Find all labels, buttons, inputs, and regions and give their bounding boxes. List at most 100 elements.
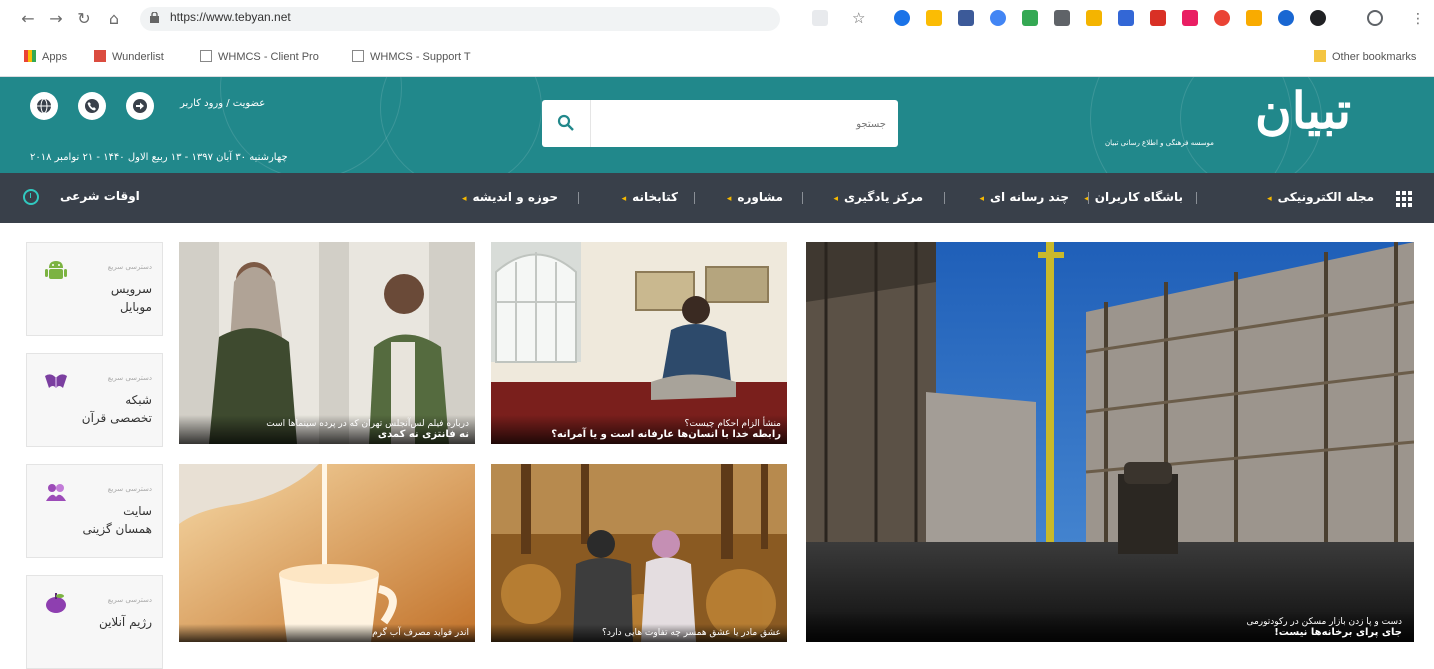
- address-bar[interactable]: https://www.tebyan.net: [140, 7, 780, 31]
- prayer-times-link[interactable]: اوقات شرعی: [60, 189, 140, 203]
- extension-icon[interactable]: [990, 10, 1006, 26]
- article-image: [179, 464, 475, 642]
- service-tag: دسترسی سریع: [107, 374, 152, 382]
- extension-icon[interactable]: [1118, 10, 1134, 26]
- other-bookmarks[interactable]: Other bookmarks: [1314, 50, 1416, 63]
- hero-image: [806, 242, 1414, 642]
- article-subtitle: اندر فواید مصرف آب گرم: [372, 628, 469, 638]
- caret-left-icon: ◂: [621, 194, 627, 204]
- extension-icon[interactable]: [1214, 10, 1230, 26]
- browser-toolbar: ← → ↻ ⌂ https://www.tebyan.net ☆ ⋮: [0, 0, 1434, 38]
- grid-menu-icon[interactable]: [1396, 191, 1412, 207]
- service-title: شبکه تخصصی قرآن: [81, 393, 152, 425]
- hero-caption: دست و پا زدن بازار مسکن در رکودتورمی جای…: [806, 611, 1414, 642]
- extension-icon[interactable]: [1086, 10, 1102, 26]
- bookmark-star-icon[interactable]: ☆: [852, 10, 868, 26]
- decorative-ornament: [380, 77, 542, 173]
- extension-icon[interactable]: [926, 10, 942, 26]
- article-image: [179, 242, 475, 444]
- bookmark-whmcs-client[interactable]: WHMCS - Client Pro: [200, 50, 319, 63]
- caret-left-icon: ◂: [1267, 194, 1272, 204]
- nav-item-learning[interactable]: مرکز یادگیری◂: [833, 190, 923, 204]
- article-card[interactable]: درباره فیلم لس‌آنجلس تهران که در پرده سی…: [179, 242, 475, 444]
- nav-divider: [802, 192, 803, 204]
- search-input[interactable]: [594, 108, 888, 140]
- nav-divider: [1196, 192, 1197, 204]
- clock-icon[interactable]: [23, 189, 39, 205]
- extension-icon[interactable]: [894, 10, 910, 26]
- lock-icon: [150, 12, 159, 23]
- date-text: چهارشنبه ۳۰ آبان ۱۳۹۷ - ۱۳ ربیع الاول ۱۴…: [30, 152, 288, 163]
- page-icon: [352, 50, 364, 62]
- menu-icon[interactable]: ⋮: [1408, 9, 1428, 29]
- article-title: نه فانتزی نه کمدی: [377, 429, 469, 440]
- service-title: سرویس موبایل: [110, 282, 152, 314]
- hero-article[interactable]: دست و پا زدن بازار مسکن در رکودتورمی جای…: [806, 242, 1414, 642]
- hero-title: جای پرای برخانه‌ها نیست!: [1274, 627, 1402, 638]
- service-tag: دسترسی سریع: [107, 596, 152, 604]
- page-icon: [200, 50, 212, 62]
- nav-item-counseling[interactable]: مشاوره◂: [727, 190, 783, 204]
- hero-subtitle: دست و پا زدن بازار مسکن در رکودتورمی: [1246, 617, 1402, 627]
- site-logo[interactable]: تبیان: [1255, 81, 1351, 141]
- nav-item-ezine[interactable]: مجله الکترونیکی◂: [1267, 190, 1374, 204]
- extension-icon[interactable]: [958, 10, 974, 26]
- extension-icon[interactable]: [1182, 10, 1198, 26]
- nav-divider: [578, 192, 579, 204]
- article-card[interactable]: عشق مادر یا عشق همسر چه تفاوت هایی دارد؟: [491, 464, 787, 642]
- bookmark-whmcs-support[interactable]: WHMCS - Support T: [352, 50, 471, 63]
- service-card-diet[interactable]: دسترسی سریع رژیم آنلاین: [26, 575, 163, 669]
- service-tag: دسترسی سریع: [107, 263, 152, 271]
- service-card-matchmaking[interactable]: دسترسی سریع سایت همسان گزینی: [26, 464, 163, 558]
- service-card-quran[interactable]: دسترسی سریع شبکه تخصصی قرآن: [26, 353, 163, 447]
- login-icon[interactable]: [126, 92, 154, 120]
- service-title: سایت همسان گزینی: [82, 504, 152, 536]
- logo-subtitle: موسسه فرهنگی و اطلاع رسانی تبیان: [1105, 139, 1214, 147]
- article-caption: درباره فیلم لس‌آنجلس تهران که در پرده سی…: [179, 415, 475, 444]
- profile-icon[interactable]: [1367, 10, 1383, 26]
- bookmarks-bar: Apps Wunderlist WHMCS - Client Pro WHMCS…: [0, 38, 1434, 77]
- url-text: https://www.tebyan.net: [170, 10, 291, 24]
- caret-left-icon: ◂: [833, 194, 838, 204]
- main-nav: مجله الکترونیکی◂ باشگاه کاربران◂ چند رسا…: [0, 173, 1434, 223]
- nav-item-multimedia[interactable]: چند رسانه ای◂: [980, 190, 1069, 204]
- extension-icon[interactable]: [1278, 10, 1294, 26]
- extension-icon[interactable]: [1246, 10, 1262, 26]
- search-icon: [557, 114, 574, 131]
- extension-icon[interactable]: [1310, 10, 1326, 26]
- apps-icon: [24, 50, 36, 62]
- back-icon[interactable]: ←: [18, 9, 38, 29]
- extension-icon[interactable]: [1150, 10, 1166, 26]
- login-link[interactable]: عضویت / ورود کاربر: [180, 98, 265, 109]
- article-caption: اندر فواید مصرف آب گرم: [179, 624, 475, 642]
- forward-icon[interactable]: →: [46, 9, 66, 29]
- extension-icon[interactable]: [1022, 10, 1038, 26]
- article-subtitle: منشأ الزام احکام چیست؟: [684, 419, 781, 429]
- site-header: عضویت / ورود کاربر چهارشنبه ۳۰ آبان ۱۳۹۷…: [0, 77, 1434, 173]
- article-card[interactable]: اندر فواید مصرف آب گرم: [179, 464, 475, 642]
- quran-icon: [45, 374, 67, 388]
- reload-icon[interactable]: ↻: [74, 9, 94, 29]
- nav-item-library[interactable]: کتابخانه◂: [622, 190, 678, 204]
- globe-icon[interactable]: [30, 92, 58, 120]
- home-icon[interactable]: ⌂: [104, 9, 124, 29]
- article-caption: عشق مادر یا عشق همسر چه تفاوت هایی دارد؟: [491, 624, 787, 642]
- nav-divider: [1088, 192, 1089, 204]
- phone-icon[interactable]: [78, 92, 106, 120]
- bookmark-apps[interactable]: Apps: [24, 50, 67, 63]
- bookmark-wunderlist[interactable]: Wunderlist: [94, 50, 164, 63]
- service-tag: دسترسی سریع: [107, 485, 152, 493]
- article-image: [491, 242, 787, 444]
- article-title: رابطه خدا با انسان‌ها عارفانه است و یا آ…: [551, 429, 781, 440]
- search-button[interactable]: [542, 100, 591, 147]
- article-image: [491, 464, 787, 642]
- service-card-mobile[interactable]: دسترسی سریع سرویس موبایل: [26, 242, 163, 336]
- nav-item-seminary[interactable]: حوزه و اندیشه◂: [462, 190, 558, 204]
- search-box: [542, 100, 898, 147]
- extension-icon[interactable]: [1054, 10, 1070, 26]
- article-caption: منشأ الزام احکام چیست؟ رابطه خدا با انسا…: [491, 415, 787, 444]
- article-subtitle: درباره فیلم لس‌آنجلس تهران که در پرده سی…: [266, 419, 469, 429]
- translate-icon[interactable]: [812, 10, 828, 26]
- article-card[interactable]: منشأ الزام احکام چیست؟ رابطه خدا با انسا…: [491, 242, 787, 444]
- nav-item-users-club[interactable]: باشگاه کاربران◂: [1084, 190, 1183, 204]
